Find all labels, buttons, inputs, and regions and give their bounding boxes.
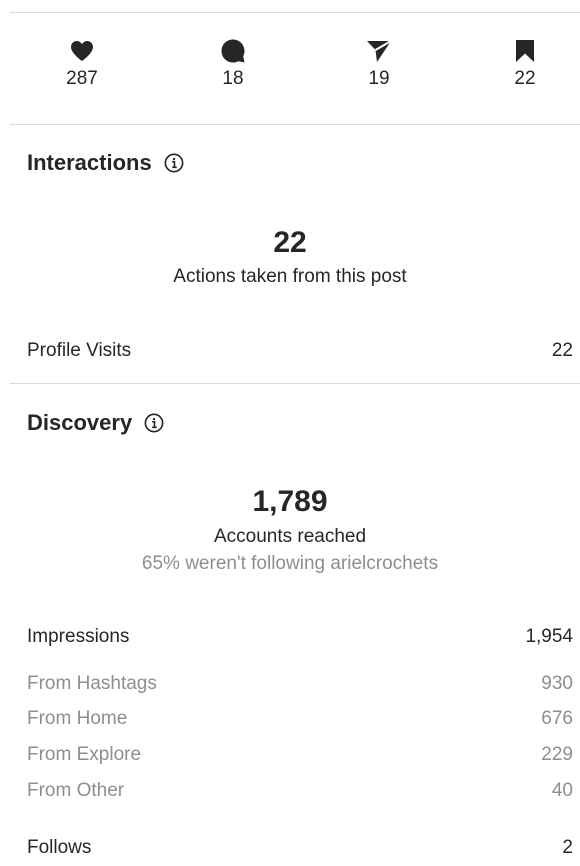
stats-divider [10, 124, 580, 125]
send-icon [339, 38, 419, 64]
accounts-reached-note: 65% weren't following arielcrochets [141, 553, 439, 574]
interactions-total: 22 [273, 226, 307, 259]
shares-stat[interactable]: 19 [339, 38, 419, 90]
saves-stat[interactable]: 22 [485, 38, 565, 90]
discovery-header: Discovery [27, 410, 164, 436]
comments-stat[interactable]: 18 [193, 38, 273, 90]
from-explore-row: From Explore 229 [27, 744, 573, 766]
from-home-row: From Home 676 [27, 708, 573, 730]
accounts-reached-value: 1,789 [252, 485, 328, 518]
row-value: 676 [541, 708, 573, 729]
likes-stat[interactable]: 287 [42, 38, 122, 90]
row-value: 1,954 [525, 626, 573, 647]
bookmark-icon [485, 38, 565, 64]
follows-row: Follows 2 [27, 837, 573, 859]
interactions-total-label: Actions taken from this post [173, 266, 407, 287]
row-label: From Hashtags [27, 673, 157, 694]
interactions-title: Interactions [27, 150, 152, 175]
top-divider [10, 12, 580, 13]
from-hashtags-row: From Hashtags 930 [27, 673, 573, 695]
comments-count: 18 [222, 68, 244, 89]
likes-count: 287 [66, 68, 98, 89]
accounts-reached-label: Accounts reached [213, 526, 367, 547]
info-icon[interactable] [144, 413, 164, 433]
comment-icon [193, 38, 273, 64]
row-value: 229 [541, 744, 573, 765]
row-label: Follows [27, 837, 92, 858]
interactions-header: Interactions [27, 150, 184, 176]
profile-visits-row: Profile Visits 22 [27, 340, 573, 362]
row-value: 22 [551, 340, 573, 361]
info-icon[interactable] [164, 153, 184, 173]
row-label: From Home [27, 708, 128, 729]
post-stats-bar: 287 18 19 22 [0, 38, 580, 98]
impressions-row: Impressions 1,954 [27, 626, 573, 648]
row-label: Impressions [27, 626, 130, 647]
saves-count: 22 [514, 68, 536, 89]
heart-icon [42, 38, 122, 64]
row-label: Profile Visits [27, 340, 132, 361]
row-label: From Explore [27, 744, 142, 765]
shares-count: 19 [368, 68, 390, 89]
from-other-row: From Other 40 [27, 780, 573, 802]
row-value: 2 [562, 837, 573, 858]
interactions-divider [10, 383, 580, 384]
row-value: 40 [551, 780, 573, 801]
row-value: 930 [541, 673, 573, 694]
discovery-title: Discovery [27, 410, 133, 435]
row-label: From Other [27, 780, 125, 801]
